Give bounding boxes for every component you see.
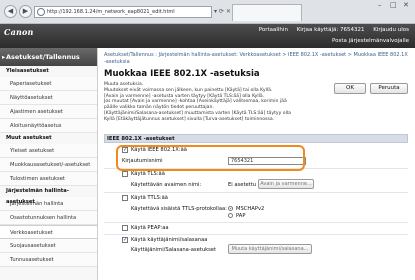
- mschapv2-radio[interactable]: [228, 206, 233, 211]
- cancel-button[interactable]: Peruuta: [370, 83, 408, 94]
- maximize-icon[interactable]: □: [390, 1, 397, 9]
- sidebar-item-network[interactable]: Verkkoasetukset: [0, 225, 97, 239]
- sidebar-item-security[interactable]: Suojausasetukset: [0, 239, 97, 253]
- page-title: Muokkaa IEEE 802.1X -asetuksia: [104, 69, 260, 79]
- description: Muuta asetuksia. Muutokset eivät voimass…: [104, 82, 291, 122]
- sidebar-item-edit[interactable]: Muokkausasetukset/-asetukset: [0, 158, 97, 172]
- address-tools[interactable]: ▾ ⟳ ✕: [214, 6, 231, 18]
- header-links: Portaalihin Kirjaa käyttäjä: 7654321 Kir…: [252, 27, 409, 33]
- userpass-label: Käytä käyttäjänimi/salasanaa: [131, 237, 208, 243]
- sidebar-item-display[interactable]: Näyttöasetukset: [0, 91, 97, 105]
- focus-highlight: [116, 145, 305, 171]
- ok-button[interactable]: OK: [334, 83, 366, 94]
- section-header: IEEE 802.1X -asetukset: [104, 134, 408, 143]
- mschapv2-label: MSCHAPv2: [236, 206, 265, 212]
- breadcrumb[interactable]: Asetukset/Tallennus : Järjestelmän halli…: [104, 52, 408, 65]
- userpass-checkbox[interactable]: ✓: [122, 237, 128, 243]
- sidebar-item-system[interactable]: Järjestelmän hallinta: [0, 197, 97, 211]
- pap-label: PAP: [236, 213, 246, 219]
- user-link[interactable]: Kirjaa käyttäjä: 7654321: [297, 27, 365, 33]
- sidebar-item-home[interactable]: Aloitusnäyttöasetus: [0, 119, 97, 133]
- tls-label: Käytä TLS:ää: [131, 171, 165, 177]
- tls-key-value: Ei asetettu: [228, 182, 257, 188]
- forward-button[interactable]: ▶: [19, 5, 32, 18]
- key-cert-button[interactable]: Avain ja varmenne...: [258, 179, 314, 189]
- tls-checkbox[interactable]: [122, 171, 128, 177]
- minimize-icon[interactable]: –: [378, 1, 382, 9]
- peap-label: Käytä PEAP:aa: [131, 225, 169, 231]
- sidebar-section-other: Muut asetukset: [0, 133, 97, 144]
- browser-toolbar: ◀ ▶ http://192.168.1.24/m_network_eap802…: [0, 0, 415, 24]
- portal-link[interactable]: Portaalihin: [259, 27, 288, 33]
- close-icon[interactable]: ✕: [403, 1, 409, 9]
- logout-link[interactable]: Kirjaudu ulos: [373, 27, 409, 33]
- userpass-sub-label: Käyttäjänimi/Salasana-asetukset: [131, 247, 217, 253]
- ttls-proto-label: Käytettävä sisäistä TTLS-protokollaa:: [131, 206, 227, 212]
- sidebar-item-dept[interactable]: Osastotunnuksen hallinta: [0, 211, 97, 225]
- divider: [104, 192, 408, 193]
- back-button[interactable]: ◀: [4, 5, 17, 18]
- url-text: http://192.168.1.24/m_network_eap8021_ed…: [47, 9, 175, 15]
- sidebar-item-timer[interactable]: Ajastimen asetukset: [0, 105, 97, 119]
- sidebar-item-paper[interactable]: Paperiasetukset: [0, 77, 97, 91]
- sidebar-item-id[interactable]: Tunnusasetukset: [0, 253, 97, 267]
- sidebar: ▸ Asetukset/Tallennus Yleisasetukset Pap…: [0, 48, 98, 280]
- ttls-checkbox[interactable]: [122, 195, 128, 201]
- divider: [104, 234, 408, 235]
- divider: [104, 222, 408, 223]
- app-header: Canon Portaalihin Kirjaa käyttäjä: 76543…: [0, 24, 415, 48]
- browser-tab[interactable]: [232, 4, 302, 21]
- sidebar-item-common[interactable]: Yleiset asetukset: [0, 144, 97, 158]
- address-bar[interactable]: http://192.168.1.24/m_network_eap8021_ed…: [34, 6, 212, 18]
- sidebar-section-system: Järjestelmän hallinta-asetukset: [0, 186, 97, 205]
- peap-checkbox[interactable]: [122, 225, 128, 231]
- ttls-label: Käytä TTLS:ää: [131, 195, 168, 201]
- caret-icon: ▸: [2, 53, 6, 61]
- sidebar-section-general: Yleisasetukset: [0, 66, 97, 77]
- brand-logo: Canon: [4, 27, 34, 37]
- globe-icon: [37, 8, 45, 16]
- userpass-button[interactable]: Muuta käyttäjänimi/salasana...: [228, 244, 312, 254]
- tls-key-label: Käytettävän avaimen nimi:: [131, 182, 202, 188]
- sidebar-title: ▸ Asetukset/Tallennus: [0, 48, 97, 66]
- sidebar-item-printer[interactable]: Tulostimen asetukset: [0, 172, 97, 186]
- pap-radio[interactable]: [228, 213, 233, 218]
- mail-admin-link[interactable]: Posta järjestelmänvalvojalle: [332, 38, 409, 44]
